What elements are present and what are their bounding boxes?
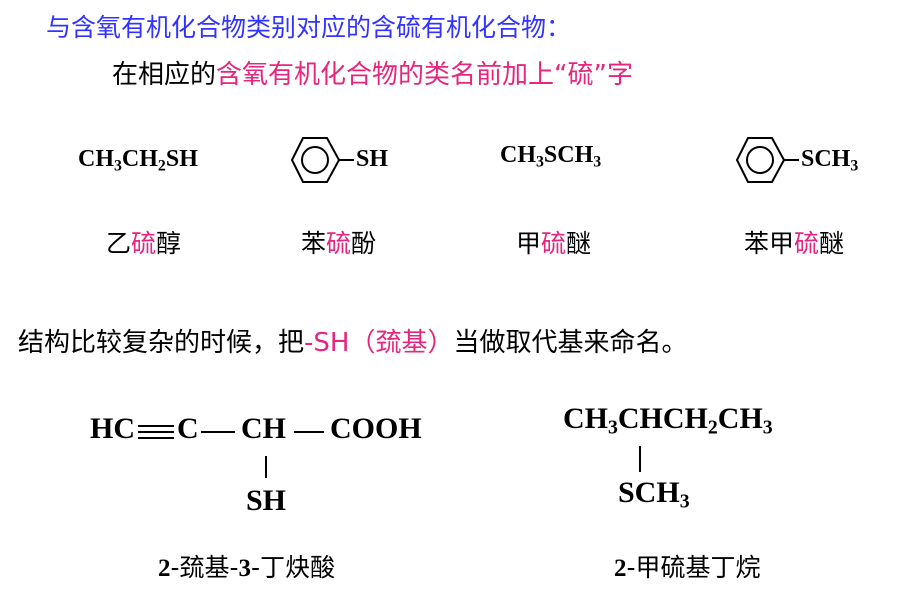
compound2-name: 2-甲硫基丁烷 — [614, 553, 761, 582]
compound1-sh: SH — [246, 484, 287, 517]
formula-dimethyl-sulfide: CH3SCH3 — [500, 142, 602, 171]
rule-prefix: 在相应的 — [112, 60, 217, 90]
compound2-substituent: SCH3 — [618, 476, 690, 513]
compound1-c: C — [177, 412, 199, 445]
triple-bond-line — [138, 431, 174, 433]
compound1-cooh: COOH — [330, 412, 422, 445]
single-bond — [294, 431, 324, 433]
compound2-main-chain: CH3CHCH2CH3 — [563, 402, 773, 439]
benzene-ring-1 — [290, 137, 354, 183]
name-thioanisole: 苯甲硫醚 — [744, 229, 845, 258]
rule-highlight: 含氧有机化合物的类名前加上“硫”字 — [216, 60, 633, 90]
single-bond — [201, 431, 235, 433]
naming-rule: 在相应的含氧有机化合物的类名前加上“硫”字 — [112, 54, 633, 91]
compound1-name: 2-巯基-3-丁炔酸 — [158, 553, 336, 582]
name-ethanethiol: 乙硫醇 — [106, 229, 182, 258]
vertical-bond — [265, 456, 267, 478]
benzene-ring-2 — [735, 137, 799, 183]
thioanisole-substituent: SCH3 — [801, 146, 859, 175]
slide-title: 与含氧有机化合物类别对应的含硫有机化合物： — [46, 13, 572, 42]
complex-naming-rule: 结构比较复杂的时候，把-SH（巯基）当做取代基来命名。 — [18, 328, 688, 358]
name-thiophenol: 苯硫酚 — [301, 229, 377, 258]
triple-bond-line — [138, 437, 174, 439]
compound1-hc: HC — [90, 412, 135, 445]
vertical-bond — [639, 446, 641, 472]
thiophenol-substituent: SH — [356, 146, 389, 172]
name-dimethyl-sulfide: 甲硫醚 — [516, 229, 592, 258]
compound1-ch: CH — [241, 412, 286, 445]
formula-ethanethiol: CH3CH2SH — [78, 146, 198, 175]
triple-bond-line — [138, 425, 174, 427]
